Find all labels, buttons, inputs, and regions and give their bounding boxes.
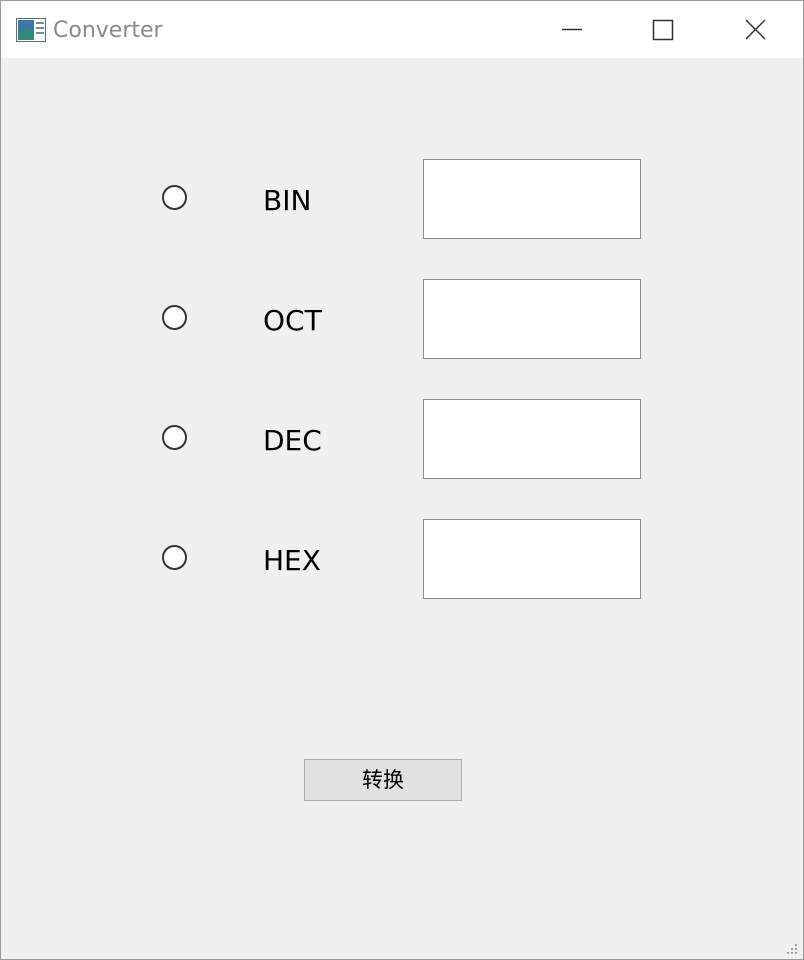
radio-circle-icon [162,305,187,330]
minimize-icon [562,28,582,31]
converter-window: Converter BIN OCT DEC HEX 转换 [0,0,804,960]
window-title: Converter [53,18,163,43]
resize-grip-icon[interactable] [785,941,799,955]
maximize-button[interactable] [618,1,710,58]
radio-bin[interactable] [162,185,187,210]
radio-circle-icon [162,545,187,570]
title-bar[interactable]: Converter [1,1,803,58]
convert-button[interactable]: 转换 [304,759,462,801]
hex-input[interactable] [423,519,641,599]
radio-oct[interactable] [162,305,187,330]
radio-hex[interactable] [162,545,187,570]
label-oct: OCT [263,304,322,337]
client-area: BIN OCT DEC HEX 转换 [1,58,803,959]
radio-circle-icon [162,425,187,450]
radio-dec[interactable] [162,425,187,450]
oct-input[interactable] [423,279,641,359]
label-dec: DEC [263,424,322,457]
app-window-icon [16,18,46,42]
maximize-icon [652,19,674,41]
close-button[interactable] [710,1,802,58]
bin-input[interactable] [423,159,641,239]
label-hex: HEX [263,544,321,577]
radio-circle-icon [162,185,187,210]
close-icon [745,19,766,40]
dec-input[interactable] [423,399,641,479]
label-bin: BIN [263,184,312,217]
minimize-button[interactable] [526,1,618,58]
